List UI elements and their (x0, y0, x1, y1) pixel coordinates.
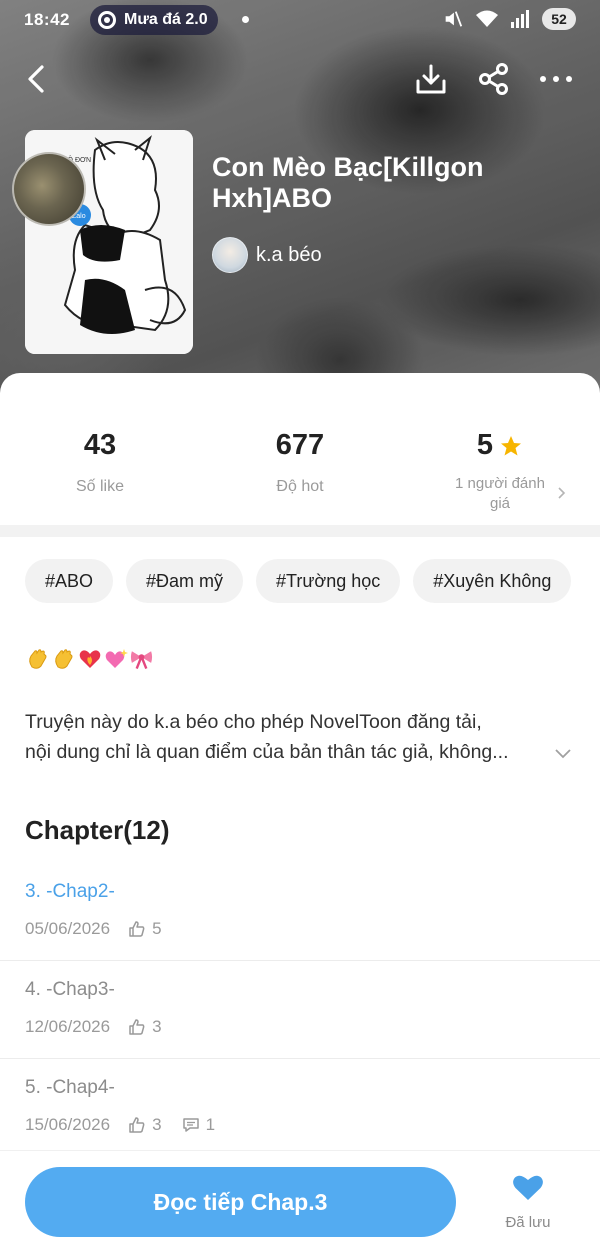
chapter-likes-count: 5 (152, 919, 162, 938)
likes-value: 43 (83, 429, 117, 461)
chapter-item[interactable]: 5. -Chap4- 15/06/2026 3 1 (0, 1059, 600, 1157)
more-options-button[interactable] (534, 55, 578, 103)
chapter-date: 15/06/2026 (25, 1115, 111, 1134)
weather-pill-label: Mưa đá 2.0 (124, 11, 208, 28)
hot-label: Độ hot (276, 478, 324, 495)
chapter-date: 12/06/2026 (25, 1017, 111, 1036)
book-title: Con Mèo Bạc[Killgon Hxh]ABO (212, 152, 484, 213)
stat-hot: 677 Độ hot (200, 373, 400, 525)
chapter-likes: 3 (128, 1115, 162, 1135)
share-button[interactable] (472, 55, 516, 103)
tag-xuyen-khong[interactable]: #Xuyên Không (413, 559, 572, 603)
book-description[interactable]: Truyện này do k.a béo cho phép NovelToon… (25, 707, 555, 767)
continue-reading-button[interactable]: Đọc tiếp Chap.3 (25, 1167, 456, 1237)
chapter-title: 4. -Chap3- (25, 979, 115, 1000)
sparkling-heart-icon (103, 646, 128, 672)
hot-value: 677 (275, 429, 325, 461)
saved-button[interactable]: Đã lưu (492, 1173, 564, 1231)
ribbon-icon (129, 646, 154, 672)
uploader-avatar[interactable] (12, 152, 86, 226)
tag-list: #ABO #Đam mỹ #Trường học #Xuyên Không (25, 559, 572, 603)
expand-chevron-icon[interactable] (554, 747, 572, 759)
status-icons: 52 (442, 8, 576, 30)
thumbs-up-icon (129, 1019, 145, 1035)
chapter-meta: 05/06/2026 5 (25, 919, 575, 939)
bottom-bar: Đọc tiếp Chap.3 Đã lưu (0, 1150, 600, 1248)
rating-label-wrap: 1 người đánh giá (400, 474, 600, 514)
comment-icon (182, 1118, 199, 1132)
chapter-comments: 1 (182, 1115, 215, 1135)
chapter-list: 3. -Chap2- 05/06/2026 5 4. -Chap3- 12/06… (0, 863, 600, 1157)
star-icon (501, 435, 522, 455)
chapter-item[interactable]: 3. -Chap2- 05/06/2026 5 (0, 863, 600, 961)
rating-label: 1 người đánh giá (455, 475, 545, 512)
chevron-left-icon (28, 65, 44, 93)
saved-label: Đã lưu (505, 1214, 551, 1231)
status-bar: 18:42 Mưa đá 2.0 52 (0, 0, 600, 40)
thumbs-up-icon (129, 921, 145, 937)
rating-value-group: 5 (400, 429, 600, 462)
notification-dot-icon (242, 16, 249, 23)
chapter-meta: 12/06/2026 3 (25, 1017, 575, 1037)
chapter-date: 05/06/2026 (25, 919, 111, 938)
section-divider (0, 525, 600, 537)
share-icon (479, 63, 508, 95)
tag-truong-hoc[interactable]: #Trường học (256, 559, 401, 603)
heart-on-fire-icon (77, 646, 102, 672)
emoji-row (25, 646, 154, 672)
thumbs-up-icon (129, 1117, 145, 1133)
download-button[interactable] (409, 55, 453, 103)
stats-row: 43 Số like 677 Độ hot 5 1 người đánh giá (0, 373, 600, 525)
stat-rating[interactable]: 5 1 người đánh giá (400, 373, 600, 525)
back-button[interactable] (14, 55, 58, 103)
tag-abo[interactable]: #ABO (25, 559, 114, 603)
signal-icon (511, 10, 529, 28)
top-nav (0, 55, 600, 103)
chevron-right-icon (558, 487, 566, 499)
likes-label: Số like (75, 478, 125, 495)
author-name: k.a béo (256, 243, 322, 266)
tag-dam-my[interactable]: #Đam mỹ (126, 559, 244, 603)
stat-likes: 43 Số like (0, 373, 200, 525)
description-line-1: Truyện này do k.a béo cho phép NovelToon… (25, 711, 482, 733)
author-avatar (212, 237, 248, 273)
chapter-likes: 5 (128, 919, 162, 939)
waving-hand-icon (51, 646, 76, 672)
download-icon (416, 64, 446, 94)
chapter-likes-count: 3 (152, 1017, 162, 1036)
chapter-comments-count: 1 (205, 1115, 216, 1134)
chapter-item[interactable]: 4. -Chap3- 12/06/2026 3 (0, 961, 600, 1059)
weather-pill: Mưa đá 2.0 (90, 5, 218, 35)
author-link[interactable]: k.a béo (212, 237, 322, 273)
wifi-icon (476, 10, 498, 27)
battery-indicator: 52 (542, 8, 576, 30)
chapter-likes: 3 (128, 1017, 162, 1037)
rating-value: 5 (476, 429, 494, 461)
waving-hand-icon (25, 646, 50, 672)
chapter-title: 5. -Chap4- (25, 1077, 115, 1098)
chapter-likes-count: 3 (152, 1115, 162, 1134)
chapter-title: 3. -Chap2- (25, 881, 115, 902)
description-line-2: nội dung chỉ là quan điểm của bản thân t… (25, 741, 509, 763)
status-time: 18:42 (24, 10, 70, 29)
chapter-meta: 15/06/2026 3 1 (25, 1115, 575, 1135)
mute-icon (445, 11, 463, 27)
more-dots-icon (540, 76, 572, 82)
heart-icon (513, 1175, 543, 1200)
content-sheet: 43 Số like 677 Độ hot 5 1 người đánh giá (0, 373, 600, 1248)
weather-target-icon (98, 11, 116, 29)
chapters-header: Chapter(12) (25, 815, 170, 845)
